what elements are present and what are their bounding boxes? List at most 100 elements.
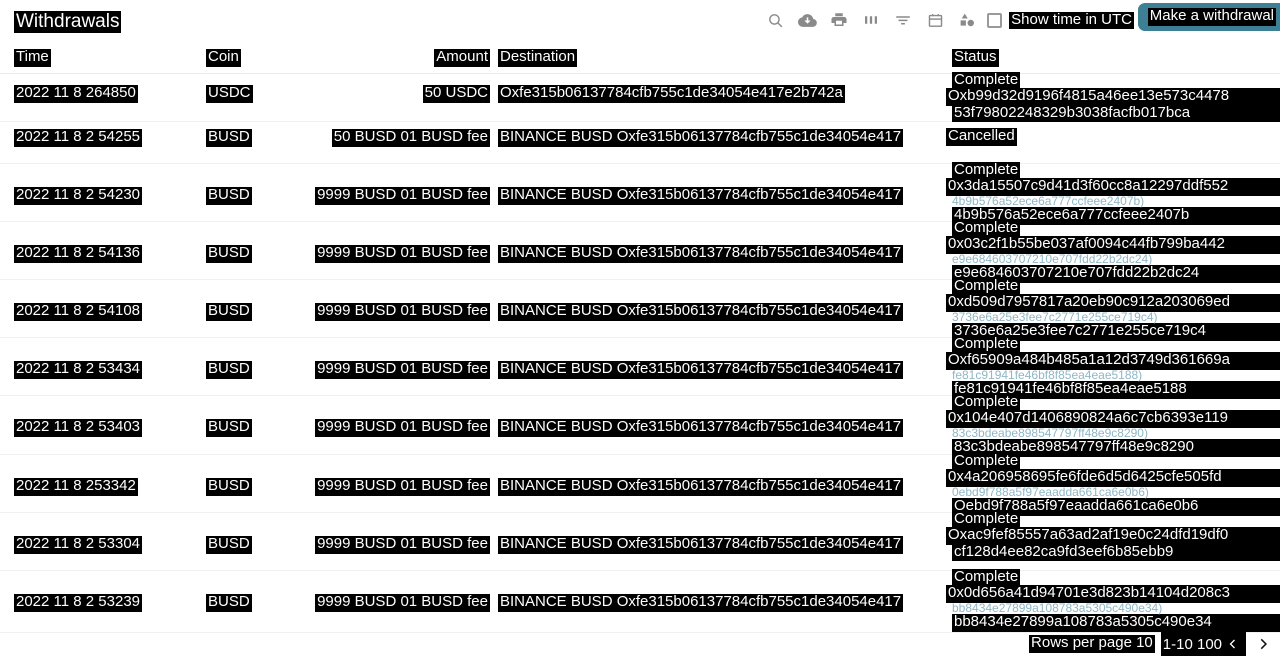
withdrawals-table: Time Coin Amount Destination Status 2022… — [0, 44, 1280, 633]
cell-destination-text: BINANCE BUSD Oxfe315b06137784cfb755c1de3… — [498, 593, 904, 612]
pagination-range-label: 1-10 100 — [1162, 635, 1222, 653]
print-icon[interactable] — [823, 5, 855, 35]
cell-amount: 50 USDC — [422, 84, 490, 103]
cell-coin: BUSD — [206, 302, 252, 321]
table-row[interactable]: 2022 11 8 253342 BUSD 9999 BUSD 01 BUSD fe… — [0, 452, 1280, 516]
cell-coin: BUSD — [206, 244, 252, 263]
cell-coin: BUSD — [206, 477, 252, 496]
cell-time: 2022 11 8 2 53239 — [14, 593, 143, 612]
cell-amount: 9999 BUSD 01 BUSD fee — [315, 360, 490, 379]
make-withdrawal-button[interactable]: Make a withdrawal — [1137, 3, 1280, 31]
cell-time: 2022 11 8 2 53304 — [14, 535, 143, 554]
cell-coin-text: BUSD — [206, 186, 252, 205]
cell-time: 2022 11 8 2 53403 — [14, 418, 143, 437]
search-icon[interactable] — [759, 5, 791, 35]
cell-status: Complete Oxac9fef85557a63ad2af19e0c24dfd1… — [946, 510, 1280, 562]
column-header-time[interactable]: Time — [14, 48, 51, 67]
cell-amount-text: 9999 BUSD 01 BUSD fee — [315, 477, 490, 496]
column-header-amount[interactable]: Amount — [434, 48, 490, 67]
cell-destination-text: BINANCE BUSD Oxfe315b06137784cfb755c1de3… — [498, 418, 904, 437]
table-body: 2022 11 8 264850 USDC 50 USDC Oxfe315b06137… — [0, 71, 1280, 633]
filter-icon[interactable] — [887, 5, 919, 35]
cell-coin: BUSD — [206, 535, 252, 554]
chevron-left-icon[interactable] — [1222, 632, 1244, 656]
status-tx-hash-line1[interactable]: 0x3da15507c9d41d3f60cc8a12297ddf552 — [946, 177, 1280, 196]
cell-time-text: 2022 11 8 253342 — [14, 477, 138, 496]
cell-amount-text: 9999 BUSD 01 BUSD fee — [315, 418, 490, 437]
status-tx-hash-line1[interactable]: Oxac9fef85557a63ad2af19e0c24dfd19df0 — [946, 526, 1280, 545]
table-row[interactable]: 2022 11 8 2 53434 BUSD 9999 BUSD 01 BUSD f… — [0, 335, 1280, 399]
table-row[interactable]: 2022 11 8 2 54255 BUSD 50 BUSD 01 BUSD fee… — [0, 122, 1280, 164]
table-row[interactable]: 2022 11 8 264850 USDC 50 USDC Oxfe315b06137… — [0, 71, 1280, 123]
cell-amount: 9999 BUSD 01 BUSD fee — [315, 302, 490, 321]
show-utc-label-text: Show time in UTC — [1009, 10, 1134, 30]
cell-time-text: 2022 11 8 2 54108 — [14, 302, 143, 321]
withdrawals-page: Withdrawals Show time in UTC Make a with… — [0, 0, 1280, 659]
rows-per-page-label[interactable]: Rows per page 10 — [1029, 634, 1155, 653]
cell-status: Complete Oxb99d32d9196f4815a46ee13e573c44… — [946, 71, 1280, 123]
table-row[interactable]: 2022 11 8 2 53304 BUSD 9999 BUSD 01 BUSD f… — [0, 510, 1280, 571]
cell-time-text: 2022 11 8 2 54230 — [14, 186, 143, 205]
cell-destination: BINANCE BUSD Oxfe315b06137784cfb755c1de3… — [498, 186, 904, 205]
cell-amount-text: 9999 BUSD 01 BUSD fee — [315, 593, 490, 612]
pagination-range-group: 1-10 100 — [1160, 632, 1246, 656]
table-row[interactable]: 2022 11 8 2 54230 BUSD 9999 BUSD 01 BUSD f… — [0, 161, 1280, 225]
cell-amount: 9999 BUSD 01 BUSD fee — [315, 535, 490, 554]
status-tx-hash-line2[interactable]: bb8434e27899a108783a5305c490e34 — [952, 613, 1280, 632]
table-row[interactable]: 2022 11 8 2 53403 BUSD 9999 BUSD 01 BUSD f… — [0, 393, 1280, 457]
column-header-status[interactable]: Status — [952, 48, 999, 67]
status-tx-hash-line2[interactable]: 53f79802248329b3038facfb017bca — [952, 104, 1280, 123]
cell-status: Complete 0x4a206958695fe6fde6d5d6425cfe50… — [946, 452, 1280, 516]
cell-amount-text: 9999 BUSD 01 BUSD fee — [315, 535, 490, 554]
cell-time-text: 2022 11 8 2 54255 — [14, 128, 143, 147]
cell-destination: BINANCE BUSD Oxfe315b06137784cfb755c1de3… — [498, 535, 904, 554]
column-header-coin[interactable]: Coin — [206, 48, 241, 67]
cell-time-text: 2022 11 8 2 53304 — [14, 535, 143, 554]
column-header-amount-label: Amount — [434, 48, 490, 67]
cell-coin-text: BUSD — [206, 593, 252, 612]
status-tx-hash-line2[interactable]: cf128d4ee82ca9fd3eef6b85ebb9 — [952, 543, 1280, 562]
cell-coin-text: BUSD — [206, 302, 252, 321]
cell-coin: BUSD — [206, 593, 252, 612]
view-columns-icon[interactable] — [855, 5, 887, 35]
cell-amount: 9999 BUSD 01 BUSD fee — [315, 418, 490, 437]
calendar-icon[interactable] — [919, 5, 951, 35]
cell-status: Complete 0x03c2f1b55be037af0094c44fb799ba… — [946, 219, 1280, 283]
cell-destination: BINANCE BUSD Oxfe315b06137784cfb755c1de3… — [498, 418, 904, 437]
cell-time-text: 2022 11 8 2 53239 — [14, 593, 143, 612]
cloud-download-icon[interactable] — [791, 5, 823, 35]
cell-amount: 9999 BUSD 01 BUSD fee — [315, 186, 490, 205]
status-tx-hash-line1[interactable]: 0x0d656a41d94701e3d823b14104d208c3 — [946, 584, 1280, 603]
cell-destination: BINANCE BUSD Oxfe315b06137784cfb755c1de3… — [498, 360, 904, 379]
page-toolbar: Withdrawals Show time in UTC Make a with… — [0, 0, 1280, 40]
column-header-status-label: Status — [952, 48, 999, 67]
cell-destination-text: BINANCE BUSD Oxfe315b06137784cfb755c1de3… — [498, 360, 904, 379]
cell-coin-text: BUSD — [206, 244, 252, 263]
cell-status: Complete 0x3da15507c9d41d3f60cc8a12297ddf… — [946, 161, 1280, 225]
cell-coin: BUSD — [206, 360, 252, 379]
column-header-destination[interactable]: Destination — [498, 48, 578, 67]
cell-destination: BINANCE BUSD Oxfe315b06137784cfb755c1de3… — [498, 302, 904, 321]
show-utc-checkbox[interactable] — [987, 12, 1003, 28]
cell-coin: USDC — [206, 84, 253, 103]
chevron-right-icon[interactable] — [1252, 632, 1274, 656]
cell-coin: BUSD — [206, 186, 252, 205]
cell-time-text: 2022 11 8 2 53434 — [14, 360, 143, 379]
cell-amount-text: 50 USDC — [422, 84, 490, 103]
status-tx-hash-line1[interactable]: Oxf65909a484b485a1a12d3749d361669a — [946, 351, 1280, 370]
status-tx-hash-line1[interactable]: 0x104e407d1406890824a6c7cb6393e119 — [946, 409, 1280, 428]
cell-amount-text: 9999 BUSD 01 BUSD fee — [315, 302, 490, 321]
cell-amount: 9999 BUSD 01 BUSD fee — [315, 593, 490, 612]
table-row[interactable]: 2022 11 8 2 54136 BUSD 9999 BUSD 01 BUSD f… — [0, 219, 1280, 283]
cell-status: Complete 0x0d656a41d94701e3d823b14104d208… — [946, 568, 1280, 632]
status-tx-hash-line1[interactable]: 0xd509d7957817a20eb90c912a203069ed — [946, 293, 1280, 312]
status-tx-hash-line1[interactable]: Oxb99d32d9196f4815a46ee13e573c4478 — [946, 87, 1280, 106]
status-tx-hash-line1[interactable]: 0x03c2f1b55be037af0094c44fb799ba442 — [946, 235, 1280, 254]
shapes-icon[interactable] — [951, 5, 983, 35]
table-row[interactable]: 2022 11 8 2 54108 BUSD 9999 BUSD 01 BUSD f… — [0, 277, 1280, 341]
status-badge: Cancelled — [946, 127, 1017, 146]
column-header-destination-label: Destination — [498, 48, 578, 67]
status-tx-hash-line1[interactable]: 0x4a206958695fe6fde6d5d6425cfe505fd — [946, 468, 1280, 487]
table-row[interactable]: 2022 11 8 2 53239 BUSD 9999 BUSD 01 BUSD f… — [0, 568, 1280, 633]
cell-destination-text: BINANCE BUSD Oxfe315b06137784cfb755c1de3… — [498, 477, 904, 496]
